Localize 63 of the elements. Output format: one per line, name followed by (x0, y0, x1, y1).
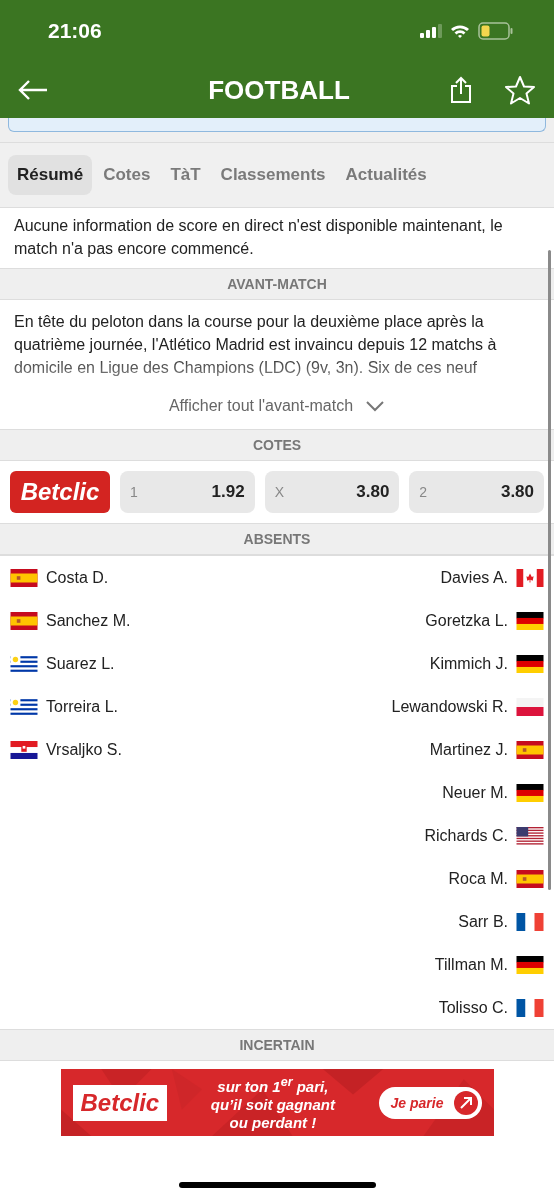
flag-icon (516, 998, 544, 1017)
player-name: Richards C. (424, 826, 508, 845)
star-icon (504, 75, 536, 105)
tab[interactable]: Résumé (8, 155, 93, 195)
tab[interactable]: TàT (161, 155, 210, 195)
flag-icon (10, 697, 38, 716)
flag-icon (516, 568, 544, 587)
player-name: Lewandowski R. (391, 697, 508, 716)
player-name: Goretzka L. (425, 611, 508, 630)
player-name: Torreira L. (46, 697, 119, 716)
share-icon (450, 76, 472, 104)
flag-icon (10, 740, 38, 759)
flag-icon (10, 654, 38, 673)
flag-icon (516, 697, 544, 716)
chevron-down-icon (365, 400, 386, 412)
player-name: Tillman M. (434, 955, 508, 974)
live-info-text: Aucune information de score en direct n'est disponible maintenant, le match n'a pas encore commencé. (13, 216, 504, 259)
flag-icon (10, 568, 38, 587)
player-name: Davies A. (440, 568, 508, 587)
back-arrow-icon (18, 80, 48, 100)
prematch-text: En tête du peloton dans la course pour la deuxième place après la quatrième journée, l'Atlético Madrid est invaincu depuis 12 matchs à domicile en Ligue des Champions (LDC) (9v, 3n). Six de ces neuf (14, 312, 498, 378)
section-header: AVANT-MATCH (0, 268, 554, 300)
ad-text: ou perdant ! (229, 1114, 317, 1132)
show-all-link[interactable]: Afficher tout l'avant-match (168, 397, 386, 423)
signal-icon (420, 24, 442, 38)
flag-icon (516, 740, 544, 759)
flag-icon (10, 611, 38, 630)
odds-button[interactable]: X 3.80 (264, 471, 400, 513)
battery-icon (478, 22, 514, 40)
odds-button[interactable]: 1 1.92 (120, 471, 255, 513)
flag-icon (516, 783, 544, 802)
player-name: Suarez L. (46, 654, 115, 673)
flag-icon (516, 654, 544, 673)
player-name: Costa D. (46, 568, 109, 587)
bookmaker-logo: Betclic (10, 471, 110, 513)
ad-logo: Betclic (72, 1084, 168, 1121)
player-name: Neuer M. (442, 783, 508, 802)
tab[interactable]: Cotes (94, 155, 160, 195)
page-title: FOOTBALL (207, 74, 351, 106)
player-name: Sanchez M. (46, 611, 131, 630)
ad-banner[interactable]: Betclic sur ton 1$^{er}$ pari, qu’il soit gagnant ou perdant ! Je parie (60, 1069, 494, 1136)
section-header: ABSENTS (0, 523, 554, 555)
arrow-right-icon (453, 1090, 478, 1115)
flag-icon (516, 912, 544, 931)
flag-icon (516, 955, 544, 974)
player-name: Martinez J. (429, 740, 508, 759)
player-name: Vrsaljko S. (46, 740, 122, 759)
wifi-icon (450, 24, 470, 38)
flag-icon (516, 826, 544, 845)
section-header: INCERTAIN (0, 1029, 554, 1061)
ad-text: sur ton 1$^{er}$ pari, (217, 1074, 329, 1096)
odds-button[interactable]: 2 3.80 (409, 471, 544, 513)
status-time: 21:06 (48, 19, 102, 43)
flag-icon (516, 611, 544, 630)
tab[interactable]: Classements (211, 155, 335, 195)
tab[interactable]: Actualités (336, 155, 436, 195)
player-name: Tolisso C. (438, 998, 508, 1017)
player-name: Sarr B. (458, 912, 508, 931)
flag-icon (516, 869, 544, 888)
player-name: Roca M. (448, 869, 508, 888)
section-header: COTES (0, 429, 554, 461)
player-name: Kimmich J. (429, 654, 508, 673)
ad-text: qu’il soit gagnant (210, 1096, 335, 1114)
